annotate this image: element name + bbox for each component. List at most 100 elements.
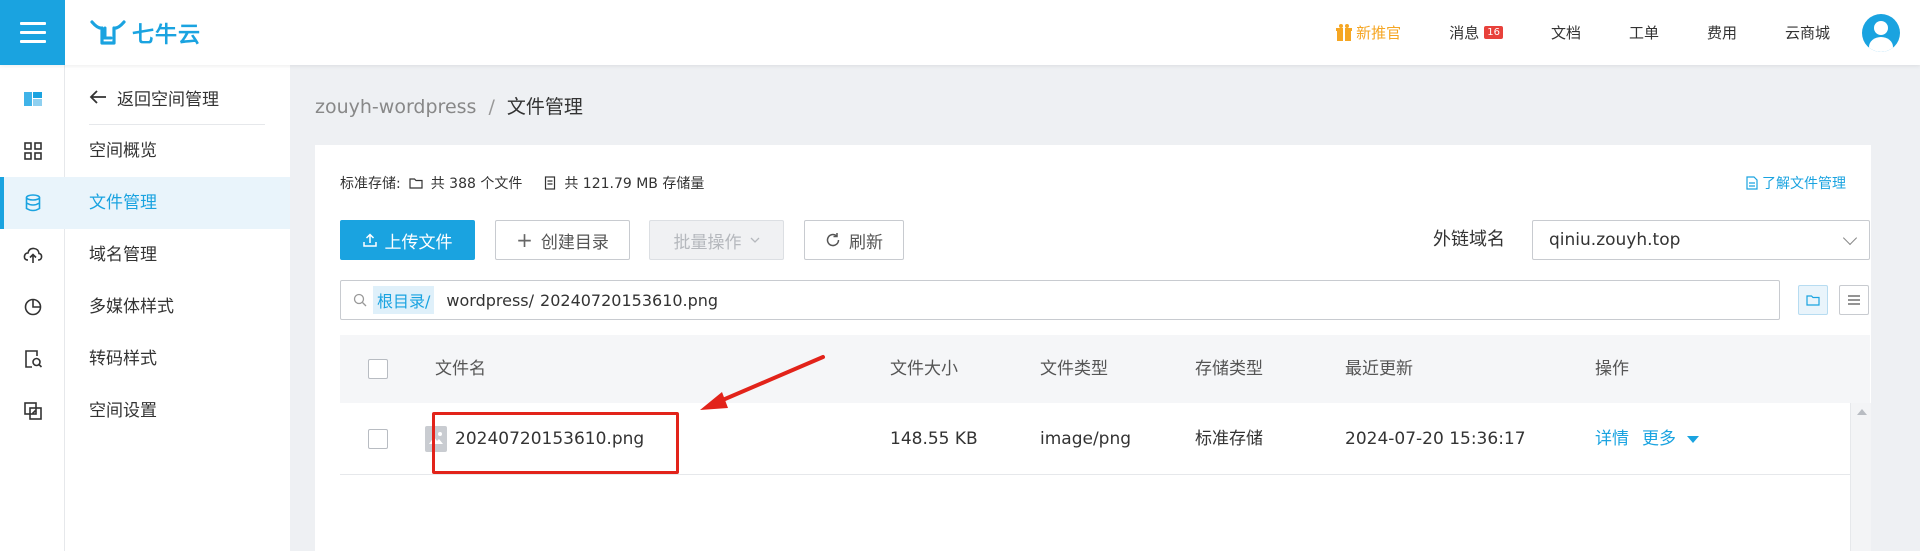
column-type: 文件类型: [1040, 359, 1108, 379]
nav-docs[interactable]: 文档: [1527, 22, 1605, 43]
upload-label: 上传文件: [384, 232, 453, 253]
refresh-icon: [826, 233, 840, 247]
column-updated: 最近更新: [1345, 359, 1413, 379]
file-size: 148.55 KB: [890, 429, 978, 449]
sidebar-item-domain-management[interactable]: 域名管理: [65, 229, 290, 281]
chevron-down-icon: [750, 237, 759, 243]
nav-messages[interactable]: 消息 16: [1425, 22, 1527, 43]
rail-analytics[interactable]: [0, 281, 65, 333]
nav-marketplace[interactable]: 云商城: [1761, 22, 1854, 43]
storage-size: 共 121.79 MB 存储量: [564, 176, 705, 192]
storage-list-icon: [545, 176, 556, 190]
sidebar-item-transcode-styles[interactable]: 转码样式: [65, 333, 290, 385]
file-management-panel: 标准存储: 共 388 个文件 共 121.79 MB 存储量 了解文件管理 上…: [315, 145, 1871, 551]
rail-media-processing[interactable]: [0, 333, 65, 385]
user-avatar[interactable]: [1862, 13, 1900, 52]
pie-chart-icon: [24, 298, 41, 316]
path-segment[interactable]: wordpress/: [446, 291, 534, 310]
list-icon: [1848, 295, 1860, 305]
table-scrollbar[interactable]: [1850, 403, 1871, 551]
top-bar: 七牛云 新推官 消息 16 文档 工单 费用 云商城: [0, 0, 1920, 65]
sidebar-item-media-styles[interactable]: 多媒体样式: [65, 281, 290, 333]
nav-tickets-label: 工单: [1628, 24, 1659, 42]
external-domain-select[interactable]: qiniu.zouyh.top: [1532, 220, 1870, 260]
create-dir-label: 创建目录: [540, 232, 609, 253]
image-file-icon: [425, 426, 447, 452]
folder-view-button[interactable]: [1798, 285, 1828, 315]
details-link[interactable]: 详情: [1595, 403, 1629, 475]
menu-toggle-button[interactable]: [0, 0, 65, 65]
storage-stats: 标准存储: 共 388 个文件 共 121.79 MB 存储量: [340, 173, 704, 193]
path-root[interactable]: 根目录/: [373, 286, 435, 314]
breadcrumb-current: 文件管理: [506, 96, 583, 118]
database-icon: [25, 194, 40, 212]
nav-docs-label: 文档: [1550, 24, 1581, 42]
nav-messages-label: 消息: [1449, 24, 1480, 42]
rail-dashboard[interactable]: [0, 125, 65, 177]
column-size: 文件大小: [890, 359, 958, 379]
storage-blocks-icon: [23, 92, 42, 106]
qiniu-logo-icon: [90, 20, 126, 45]
file-name-link[interactable]: 20240720153610.png: [455, 403, 644, 475]
document-icon: [1746, 176, 1758, 190]
row-checkbox[interactable]: [368, 429, 388, 449]
hamburger-icon-bar: [19, 40, 46, 43]
table-header: 文件名 文件大小 文件类型 存储类型 最近更新 操作: [340, 335, 1870, 403]
rail-object-storage[interactable]: [0, 177, 65, 229]
transform-icon: [23, 402, 42, 420]
cloud-upload-icon: [23, 247, 42, 263]
caret-down-icon: [1687, 435, 1700, 443]
breadcrumb-separator: /: [488, 96, 495, 118]
brand-logo[interactable]: 七牛云: [90, 18, 201, 48]
column-storage-type: 存储类型: [1195, 359, 1263, 379]
sidebar-item-file-management[interactable]: 文件管理: [65, 177, 290, 229]
refresh-button[interactable]: 刷新: [804, 220, 904, 260]
table-row: 20240720153610.png 148.55 KB image/png 标…: [340, 403, 1850, 475]
breadcrumb-bucket[interactable]: zouyh-wordpress: [315, 96, 476, 118]
batch-operations-button[interactable]: 批量操作: [649, 220, 784, 260]
gift-icon: [1336, 23, 1353, 42]
list-view-button[interactable]: [1839, 285, 1869, 315]
folder-icon: [1806, 295, 1820, 306]
external-domain-value: qiniu.zouyh.top: [1549, 230, 1681, 250]
document-search-icon: [24, 350, 42, 368]
arrow-left-icon: [89, 90, 106, 104]
back-label: 返回空间管理: [117, 89, 219, 110]
sidebar-item-overview[interactable]: 空间概览: [65, 125, 290, 177]
storage-type-label: 标准存储:: [340, 176, 401, 192]
path-search-input[interactable]: 根目录/ wordpress/ 20240720153610.png: [340, 280, 1780, 320]
nav-promo[interactable]: 新推官: [1312, 22, 1425, 43]
file-type: image/png: [1040, 429, 1132, 449]
rail-storage-overview[interactable]: [0, 73, 65, 125]
hamburger-icon-bar: [19, 22, 46, 25]
learn-file-management-link[interactable]: 了解文件管理: [1746, 173, 1846, 193]
nav-billing[interactable]: 费用: [1683, 22, 1761, 43]
nav-promo-label: 新推官: [1356, 24, 1402, 42]
upload-file-button[interactable]: 上传文件: [340, 220, 475, 260]
nav-tickets[interactable]: 工单: [1605, 22, 1683, 43]
upload-icon: [362, 233, 377, 247]
create-directory-button[interactable]: + 创建目录: [495, 220, 630, 260]
folder-icon: [409, 178, 423, 189]
sidebar-item-space-settings[interactable]: 空间设置: [65, 385, 290, 437]
back-to-space-link[interactable]: 返回空间管理: [89, 82, 219, 112]
space-sidebar: 返回空间管理 空间概览 文件管理 域名管理 多媒体样式 转码样式 空间设置: [65, 65, 290, 551]
grid-icon: [23, 142, 42, 160]
hamburger-icon-bar: [19, 31, 46, 34]
more-actions-dropdown[interactable]: 更多: [1642, 403, 1700, 475]
rail-transcode[interactable]: [0, 385, 65, 437]
refresh-label: 刷新: [849, 232, 883, 253]
brand-name: 七牛云: [132, 23, 202, 48]
rail-cdn[interactable]: [0, 229, 65, 281]
external-domain-label: 外链域名: [1433, 229, 1505, 250]
top-nav: 新推官 消息 16 文档 工单 费用 云商城: [1312, 0, 1920, 65]
nav-billing-label: 费用: [1706, 24, 1737, 42]
column-filename: 文件名: [435, 359, 486, 379]
file-count: 共 388 个文件: [430, 176, 523, 192]
batch-label: 批量操作: [673, 232, 742, 253]
search-icon: [353, 293, 367, 307]
breadcrumb: zouyh-wordpress / 文件管理: [315, 92, 583, 119]
select-all-checkbox[interactable]: [368, 359, 388, 379]
plus-icon: +: [516, 228, 533, 252]
file-updated: 2024-07-20 15:36:17: [1345, 429, 1526, 449]
